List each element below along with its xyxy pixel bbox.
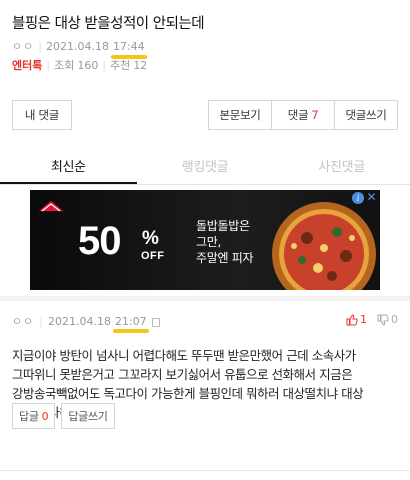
upvote-button[interactable]: 1 — [346, 313, 367, 326]
ad-copy: 돌밥돌밥은 그만, 주말엔 피자 — [196, 218, 254, 266]
pizza-hut-logo-icon — [39, 201, 63, 212]
my-comments-button[interactable]: 내 댓글 — [12, 100, 72, 130]
upvote-count: 1 — [360, 313, 367, 326]
reply-button[interactable]: 답글 0 — [12, 403, 56, 429]
thumbs-down-icon — [377, 314, 389, 326]
ad-copy-line1: 돌밥돌밥은 — [196, 219, 250, 233]
separator: | — [39, 314, 43, 328]
view-post-button[interactable]: 본문보기 — [209, 101, 272, 129]
comment-votes: 1 0 — [346, 313, 398, 326]
post-action-group: 본문보기 댓글 7 댓글쓰기 — [208, 100, 398, 130]
separator: | — [46, 58, 51, 72]
comments-button[interactable]: 댓글 7 — [272, 101, 335, 129]
post-meta: ㅇㅇ | 2021.04.18 17:44 — [12, 40, 398, 59]
write-reply-label: 답글쓰기 — [68, 410, 108, 423]
views-count: 160 — [77, 58, 99, 72]
post-header: 블핑은 대상 받을성적이 안되는데 ㅇㅇ | 2021.04.18 17:44 … — [0, 0, 410, 82]
comment-item: ㅇㅇ | 2021.04.18 21:07 1 0 지금이야 방탄이 넘사니 어… — [0, 312, 410, 429]
comment-date: 2021.04.18 — [47, 314, 111, 328]
post-author[interactable]: ㅇㅇ — [12, 40, 34, 54]
ad-copy-line2: 그만, — [196, 235, 221, 249]
separator: | — [38, 40, 42, 53]
highlight-underline — [112, 328, 149, 333]
ad-info-icon[interactable]: i — [352, 192, 364, 204]
post-date: 2021.04.18 — [45, 40, 109, 53]
tab-photo[interactable]: 사진댓글 — [273, 152, 410, 184]
lock-icon — [151, 317, 160, 327]
post-time-wrap: 17:44 — [110, 40, 147, 59]
post-stats: 엔터톡 | 조회 160 | 추천 12 — [12, 57, 398, 73]
tab-latest[interactable]: 최신순 — [0, 152, 137, 184]
post-time: 17:44 — [112, 40, 145, 53]
write-comment-label: 댓글쓰기 — [345, 108, 387, 122]
ad-copy-line3: 주말엔 피자 — [196, 251, 254, 265]
downvote-button[interactable]: 0 — [377, 313, 398, 326]
highlight-underline — [110, 55, 147, 59]
ad-percent-sign: % — [142, 228, 159, 249]
ad-discount-number: 50 — [78, 219, 121, 263]
post-category[interactable]: 엔터톡 — [12, 57, 42, 73]
reply-count: 0 — [41, 409, 49, 423]
write-comment-button[interactable]: 댓글쓰기 — [335, 101, 397, 129]
bottom-divider — [0, 470, 410, 471]
action-bar: 내 댓글 본문보기 댓글 7 댓글쓰기 — [0, 96, 410, 136]
pizza-image-icon — [272, 202, 376, 290]
ad-banner[interactable]: 50 % OFF 돌밥돌밥은 그만, 주말엔 피자 i ✕ — [30, 190, 380, 290]
reply-label: 답글 — [19, 410, 39, 423]
comments-label: 댓글 — [287, 108, 309, 122]
thumbs-up-icon — [346, 313, 358, 325]
views-label: 조회 — [54, 59, 75, 72]
comment-meta: ㅇㅇ | 2021.04.18 21:07 1 0 — [0, 312, 410, 333]
comment-time: 21:07 — [114, 314, 147, 328]
view-post-label: 본문보기 — [219, 108, 261, 122]
tab-ranking[interactable]: 랭킹댓글 — [137, 152, 274, 184]
recommend-label: 추천 — [110, 59, 131, 72]
ad-close-icon[interactable]: ✕ — [365, 191, 378, 204]
downvote-count: 0 — [391, 313, 398, 326]
recommend-count: 12 — [133, 58, 148, 72]
comment-time-wrap: 21:07 — [112, 314, 149, 333]
comment-author[interactable]: ㅇㅇ — [12, 313, 34, 329]
ad-off-label: OFF — [141, 250, 165, 262]
section-divider — [0, 296, 410, 301]
comment-sort-tabs: 최신순 랭킹댓글 사진댓글 — [0, 152, 410, 185]
comments-count: 7 — [311, 108, 319, 122]
post-title: 블핑은 대상 받을성적이 안되는데 — [12, 16, 205, 32]
separator: | — [102, 58, 107, 72]
write-reply-button[interactable]: 답글쓰기 — [61, 403, 115, 429]
comment-actions: 답글 0 답글쓰기 — [12, 403, 121, 429]
